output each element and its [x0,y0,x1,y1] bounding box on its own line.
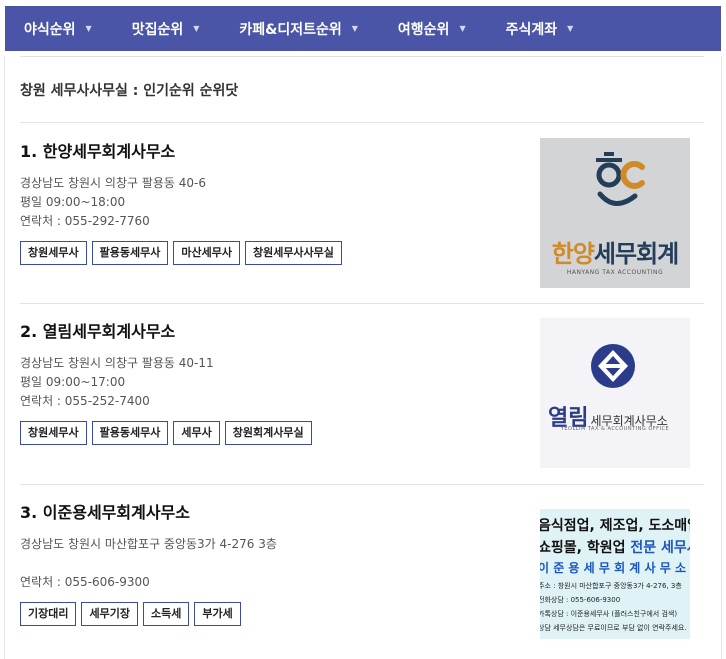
tag-chip[interactable]: 팔용동세무사 [91,241,169,265]
nav-item-label: 주식계좌 [505,21,558,38]
ad-footer: 상담 세무상담은 무료이므로 부담 없이 연락주세요. [540,624,687,632]
tag-chip[interactable]: 부가세 [194,602,241,626]
ad-kakao: 카톡상담 : 이준용세무사 (플러스친구에서 검색) [540,610,678,618]
nav-item-label: 카페&디저트순위 [239,21,342,38]
content-border-left [4,56,5,659]
tag-chip[interactable]: 창원세무사 [20,421,87,445]
caret-down-icon: ▼ [567,24,574,33]
ad-address: 주소 : 창원시 마산합포구 중앙동3가 4-276, 3층 [540,582,682,590]
ad-subheadline: 쇼핑몰, 학원업 전문 세무사 [540,540,690,556]
nav-item-label: 야식순위 [24,21,76,38]
tag-chip[interactable]: 창원세무사 [20,241,87,265]
tag-chip[interactable]: 기장대리 [20,602,77,626]
tag-chip[interactable]: 창원회계사무실 [224,421,312,445]
nav-item-night-snack[interactable]: 야식순위 ▼ [24,19,92,39]
tag-chip[interactable]: 창원세무사사무실 [244,241,342,265]
caret-down-icon: ▼ [85,24,92,33]
caret-down-icon: ▼ [459,24,466,33]
divider [20,122,704,123]
tag-chip[interactable]: 마산세무사 [173,241,240,265]
yeollim-logo-icon [591,344,635,388]
thumbnail-brand-english: YEOLLIM TAX & ACCOUNTING OFFICE [560,426,670,432]
tag-chip[interactable]: 팔용동세무사 [91,421,169,445]
ad-phone: 전화상담 : 055-606-9300 [540,596,621,604]
content-border-right [721,56,722,659]
divider [20,303,704,304]
ad-headline: 음식점업, 제조업, 도소매업 [540,518,690,534]
divider [20,484,704,485]
nav-item-label: 맛집순위 [131,21,184,38]
listing-thumbnail-1[interactable]: 한양세무회계 HANYANG TAX ACCOUNTING [540,138,690,288]
tag-chip[interactable]: 세무기장 [81,602,138,626]
page-title: 창원 세무사사무실 : 인기순위 순위닷 [20,83,239,99]
thumbnail-brand-text: 한양세무회계 [551,240,680,268]
top-nav: 야식순위 ▼ 맛집순위 ▼ 카페&디저트순위 ▼ 여행순위 ▼ 주식계좌 ▼ [5,6,721,51]
listing-thumbnail-2[interactable]: 열림 세무회계사무소 YEOLLIM TAX & ACCOUNTING OFFI… [540,318,690,468]
divider [20,56,704,57]
nav-item-restaurant[interactable]: 맛집순위 ▼ [132,19,200,39]
ad-office-name: 이 준 용 세 무 회 계 사 무 소 [540,561,687,575]
caret-down-icon: ▼ [193,24,200,33]
tag-chip[interactable]: 세무사 [173,421,220,445]
listing-thumbnail-3[interactable]: 음식점업, 제조업, 도소매업 쇼핑몰, 학원업 전문 세무사 이 준 용 세 … [540,509,690,639]
tag-chip[interactable]: 소득세 [142,602,190,626]
caret-down-icon: ▼ [351,24,358,33]
nav-item-label: 여행순위 [397,21,450,38]
nav-item-stock-account[interactable]: 주식계좌 ▼ [506,19,574,39]
thumbnail-brand-english: HANYANG TAX ACCOUNTING [566,269,664,276]
nav-item-cafe-dessert[interactable]: 카페&디저트순위 ▼ [239,19,358,39]
nav-item-travel[interactable]: 여행순위 ▼ [398,19,466,39]
